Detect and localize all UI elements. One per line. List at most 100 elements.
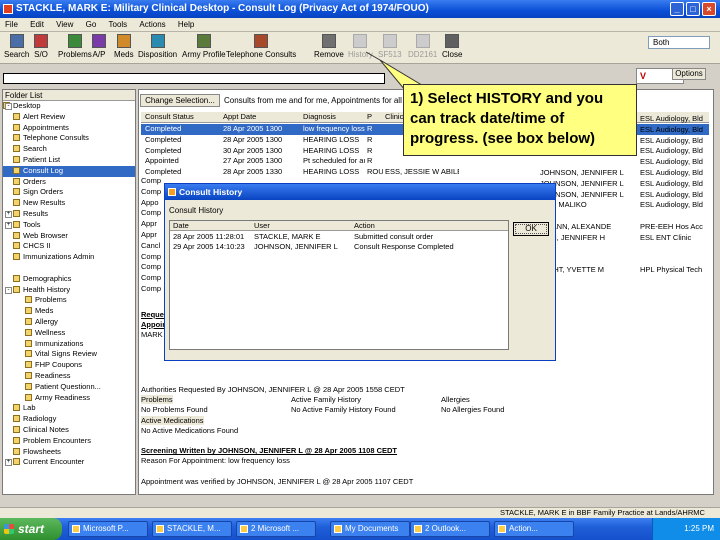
folder-item[interactable]: Readiness — [3, 371, 135, 382]
taskbar-button[interactable]: 2 Outlook... — [410, 521, 490, 537]
task-label: Action... — [509, 524, 538, 533]
close-button[interactable]: × — [702, 2, 716, 16]
folder-item[interactable]: Search — [3, 144, 135, 155]
toolbar-s-o-icon — [34, 34, 48, 48]
menu-tools[interactable]: Tools — [104, 18, 133, 32]
toolbar-problems-icon — [67, 34, 82, 48]
folder-item[interactable]: Allergy — [3, 317, 135, 328]
folder-item[interactable]: Wellness — [3, 328, 135, 339]
folder-item[interactable]: Web Browser — [3, 231, 135, 242]
folder-item[interactable]: Lab — [3, 403, 135, 414]
folder-item[interactable]: Patient List — [3, 155, 135, 166]
folder-item[interactable] — [3, 263, 135, 274]
table-row[interactable]: Appointed 27 Apr 2005 1300 Pt scheduled fo… — [141, 156, 709, 167]
toolbar-search-button[interactable]: Search — [4, 34, 29, 59]
maximize-button[interactable]: □ — [686, 2, 700, 16]
toolbar-sf513-button[interactable]: SF513 — [378, 34, 402, 59]
folder-item[interactable]: Immunizations Admin — [3, 252, 135, 263]
folder-item[interactable]: New Results — [3, 198, 135, 209]
column-header[interactable]: P — [367, 112, 383, 123]
menu-go[interactable]: Go — [81, 18, 102, 32]
taskbar-button[interactable]: 2 Microsoft ... — [236, 521, 316, 537]
menu-help[interactable]: Help — [173, 18, 199, 32]
toolbar-disposition-button[interactable]: Disposition — [138, 34, 177, 59]
ok-button[interactable]: OK — [513, 222, 549, 236]
column-header[interactable]: Consult Status — [145, 112, 221, 123]
toolbar-label: Army Profile — [182, 50, 226, 59]
folder-item[interactable]: Clinical Notes — [3, 425, 135, 436]
options-button[interactable]: Options — [672, 68, 706, 80]
folder-item[interactable]: + Current Encounter — [3, 457, 135, 468]
toolbar-a-p-button[interactable]: A/P — [92, 34, 106, 59]
collapse-icon[interactable]: - — [5, 286, 12, 294]
toolbar-telephone-consults-button[interactable]: Telephone Consults — [226, 34, 296, 59]
history-column-header[interactable]: User — [254, 221, 270, 231]
toolbar-problems-button[interactable]: Problems — [58, 34, 92, 59]
folder-item[interactable]: Flowsheets — [3, 447, 135, 458]
task-label: 2 Outlook... — [425, 524, 466, 533]
clinic-cell: ESL Audiology, Bld — [640, 168, 703, 177]
minimize-button[interactable]: _ — [670, 2, 684, 16]
folder-item[interactable]: Army Readiness — [3, 393, 135, 404]
folder-item[interactable]: Immunizations — [3, 339, 135, 350]
folder-item[interactable]: Patient Questionn... — [3, 382, 135, 393]
start-button[interactable]: start — [0, 518, 62, 540]
clinic-cell: PRE-EEH Hos Acc — [640, 222, 703, 231]
menu-edit[interactable]: Edit — [25, 18, 49, 32]
folder-item[interactable]: CHCS II — [3, 241, 135, 252]
toolbar-remove-button[interactable]: Remove — [314, 34, 344, 59]
taskbar-button[interactable]: My Documents — [330, 521, 410, 537]
folder-item[interactable]: Appointments — [3, 123, 135, 134]
folder-item[interactable]: Problem Encounters — [3, 436, 135, 447]
folder-icon — [25, 317, 32, 325]
folder-item[interactable]: - Desktop — [3, 101, 135, 112]
menu-view[interactable]: View — [51, 18, 78, 32]
expand-icon[interactable]: + — [5, 459, 12, 467]
folder-item[interactable]: Consult Log — [3, 165, 135, 177]
table-cell: R — [367, 145, 373, 155]
clinic-cell: ESL ENT Clinic — [640, 232, 692, 242]
folder-item[interactable]: Vital Signs Review — [3, 349, 135, 360]
column-header[interactable]: Diagnosis — [303, 112, 365, 123]
folder-item[interactable]: + Results — [3, 209, 135, 220]
change-selection-button[interactable]: Change Selection... — [140, 94, 220, 107]
start-label: start — [18, 522, 45, 536]
toolbar-dd2161-button[interactable]: DD2161 — [408, 34, 437, 59]
folder-item[interactable]: Sign Orders — [3, 187, 135, 198]
toolbar-history-button[interactable]: History — [348, 34, 373, 59]
menu-actions[interactable]: Actions — [134, 18, 170, 32]
folder-item[interactable]: Orders — [3, 177, 135, 188]
taskbar-button[interactable]: STACKLE, M... — [152, 521, 232, 537]
history-row[interactable]: 28 Apr 2005 11:28:01 STACKLE, MARK E Submi… — [170, 232, 508, 242]
folder-item[interactable]: Meds — [3, 306, 135, 317]
history-column-header[interactable]: Date — [173, 221, 189, 231]
collapse-icon[interactable]: - — [5, 103, 12, 110]
table-row[interactable]: Completed 28 Apr 2005 1330 HEARING LOSS ROU… — [141, 167, 709, 178]
expand-icon[interactable]: + — [5, 221, 12, 229]
toolbar-meds-button[interactable]: Meds — [114, 34, 134, 59]
toolbar-s-o-button[interactable]: S/O — [34, 34, 48, 59]
history-row[interactable]: 29 Apr 2005 14:10:23 JOHNSON, JENNIFER L C… — [170, 242, 508, 252]
view-select[interactable]: Both — [648, 36, 710, 49]
taskbar-button[interactable]: Microsoft P... — [68, 521, 148, 537]
menu-file[interactable]: File — [0, 18, 23, 32]
folder-item[interactable]: Demographics — [3, 274, 135, 285]
toolbar-army-profile-button[interactable]: Army Profile — [182, 34, 226, 59]
column-header[interactable]: Appt Date — [223, 112, 301, 123]
folder-item[interactable]: Alert Review — [3, 112, 135, 123]
folder-item[interactable]: - Health History — [3, 285, 135, 296]
status-cell: Comp — [141, 262, 162, 272]
folder-item[interactable]: Radiology — [3, 414, 135, 425]
folder-icon — [25, 339, 32, 347]
toolbar-close-button[interactable]: Close — [442, 34, 462, 59]
folder-item-label: Lab — [23, 403, 36, 413]
status-cell: Comp — [141, 284, 162, 293]
history-column-header[interactable]: Action — [354, 221, 375, 231]
folder-item[interactable]: + Tools — [3, 220, 135, 231]
table-cell: 27 Apr 2005 1300 — [223, 156, 283, 166]
folder-item[interactable]: Problems — [3, 295, 135, 306]
folder-item[interactable]: Telephone Consults — [3, 133, 135, 144]
expand-icon[interactable]: + — [5, 210, 12, 218]
folder-item[interactable]: FHP Coupons — [3, 360, 135, 371]
taskbar-button[interactable]: Action... — [494, 521, 574, 537]
